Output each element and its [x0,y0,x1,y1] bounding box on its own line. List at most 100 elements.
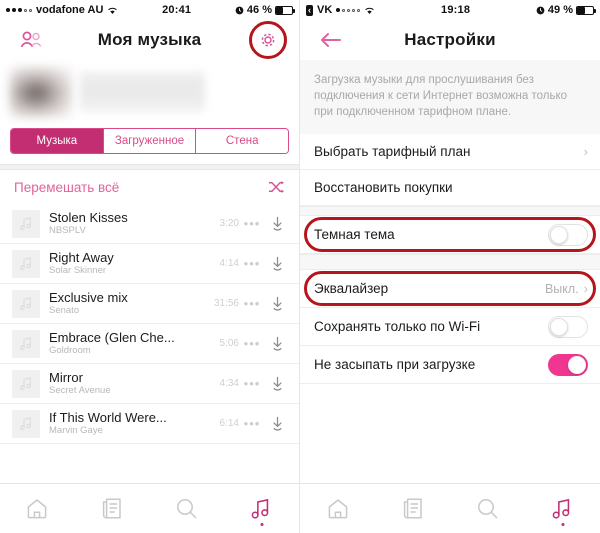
tab-music[interactable]: Музыка [11,129,104,153]
track-row[interactable]: Mirror Secret Avenue 4:34 ••• [0,364,299,404]
tabbar-music[interactable] [238,489,286,529]
signal-dots-icon [6,8,32,12]
row-choose-plan[interactable]: Выбрать тарифный план › [300,134,600,170]
wifi-only-toggle[interactable] [548,315,588,338]
left-status-bar: vodafone AU 20:41 46 % [0,0,299,20]
gear-icon[interactable] [248,21,287,59]
battery-icon [576,5,596,15]
track-title: If This World Were... [49,410,167,425]
row-value-group: Выкл. › [545,281,588,296]
profile-name-blurred [80,71,205,113]
tabbar-news[interactable] [88,489,136,529]
settings-group-gap [300,206,600,216]
tabbar-home[interactable] [13,489,61,529]
track-row[interactable]: Embrace (Glen Che... Goldroom 5:06 ••• [0,324,299,364]
row-dark-theme[interactable]: Темная тема [300,216,600,254]
tabbar-news[interactable] [389,489,437,529]
keep-awake-toggle[interactable] [548,353,588,376]
row-label: Выбрать тарифный план [314,144,471,159]
right-nav-bar: Настройки [300,20,600,60]
shuffle-all-label: Перемешать всё [14,179,120,195]
music-tab-badge [260,522,264,526]
segmented-control-wrap: Музыка Загруженное Стена [0,122,299,164]
track-artist: Marvin Gaye [49,425,103,436]
album-art-placeholder [12,409,40,438]
left-clock: 20:41 [162,4,192,16]
tabbar-home[interactable] [314,489,362,529]
track-meta: Right Away Solar Skinner [40,250,209,277]
row-wifi-only[interactable]: Сохранять только по Wi-Fi [300,308,600,346]
chevron-right-icon: › [583,144,588,159]
track-row[interactable]: Exclusive mix Senato 31:56 ••• [0,284,299,324]
dark-theme-toggle[interactable] [548,223,588,246]
track-artist: Senato [49,305,80,316]
download-icon[interactable] [265,216,289,232]
back-to-app-label: VK [317,4,333,16]
segmented-control[interactable]: Музыка Загруженное Стена [10,128,289,154]
track-row[interactable]: If This World Were... Marvin Gaye 6:14 •… [0,404,299,444]
left-status-right: 46 % [235,4,295,16]
download-icon[interactable] [265,416,289,432]
row-equalizer[interactable]: Эквалайзер Выкл. › [300,270,600,308]
equalizer-value: Выкл. [544,281,579,296]
track-row[interactable]: Stolen Kisses NBSPLV 3:20 ••• [0,204,299,244]
album-art-placeholder [12,249,40,278]
profile-header[interactable] [0,60,299,122]
right-clock: 19:18 [441,4,471,16]
alarm-icon [235,6,244,15]
track-duration: 6:14 [219,418,239,429]
tab-wall[interactable]: Стена [196,129,288,153]
track-title: Stolen Kisses [49,210,128,225]
track-duration: 31:56 [213,298,239,309]
download-icon[interactable] [265,336,289,352]
tabbar-search[interactable] [163,489,211,529]
tabbar-music[interactable] [539,489,587,529]
right-status-left: ‹ VK [306,4,375,16]
track-more-icon[interactable]: ••• [239,296,265,311]
track-more-icon[interactable]: ••• [239,416,265,431]
avatar [10,67,72,117]
row-label: Восстановить покупки [314,180,453,195]
dual-screenshot: vodafone AU 20:41 46 % Моя музыка Музыка… [0,0,600,533]
track-more-icon[interactable]: ••• [239,336,265,351]
track-list: Stolen Kisses NBSPLV 3:20 ••• Right Away… [0,204,299,444]
shuffle-icon[interactable] [268,180,285,194]
row-restore-purchases[interactable]: Восстановить покупки [300,170,600,206]
download-icon[interactable] [265,256,289,272]
row-label: Эквалайзер [314,281,389,296]
download-icon[interactable] [265,376,289,392]
back-arrow-icon[interactable] [314,23,348,57]
track-title: Mirror [49,370,83,385]
album-art-placeholder [12,329,40,358]
track-artist: Solar Skinner [49,265,107,276]
row-keep-awake[interactable]: Не засыпать при загрузке [300,346,600,384]
wifi-icon [364,6,375,15]
track-duration: 4:34 [219,378,239,389]
track-more-icon[interactable]: ••• [239,256,265,271]
left-tab-bar [0,483,299,533]
right-tab-bar [300,483,600,533]
tab-downloaded[interactable]: Загруженное [103,129,197,153]
carrier-label: vodafone AU [36,4,104,16]
track-more-icon[interactable]: ••• [239,376,265,391]
tabbar-search[interactable] [464,489,512,529]
download-icon[interactable] [265,296,289,312]
track-meta: Embrace (Glen Che... Goldroom [40,330,209,357]
track-meta: If This World Were... Marvin Gaye [40,410,209,437]
right-status-right: 49 % [536,4,596,16]
track-meta: Mirror Secret Avenue [40,370,209,397]
back-to-app-icon[interactable]: ‹ [306,4,313,16]
album-art-placeholder [12,369,40,398]
friends-icon[interactable] [14,23,48,57]
track-more-icon[interactable]: ••• [239,216,265,231]
alarm-icon [536,6,545,15]
row-label: Темная тема [314,227,395,242]
track-artist: Goldroom [49,345,91,356]
track-title: Exclusive mix [49,290,128,305]
right-screen-settings: ‹ VK 19:18 49 % Настройки Загрузка музык… [300,0,600,533]
battery-percent: 49 % [547,4,573,16]
profile-blurred-content [10,66,289,118]
shuffle-all-row[interactable]: Перемешать всё [0,170,299,204]
track-row[interactable]: Right Away Solar Skinner 4:14 ••• [0,244,299,284]
